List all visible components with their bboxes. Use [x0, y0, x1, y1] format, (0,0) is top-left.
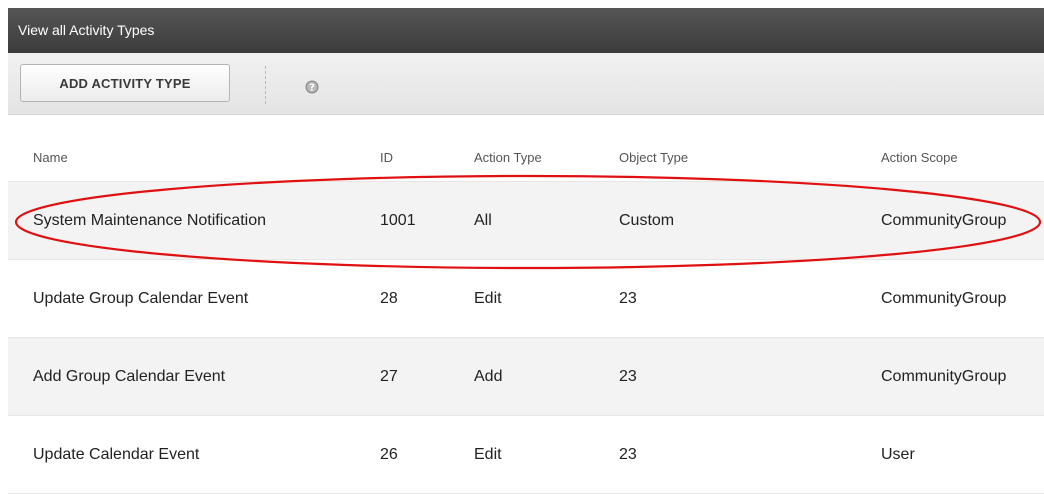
table-row[interactable]: Add Group Calendar Event 27 Add 23 Commu… — [8, 338, 1044, 416]
cell-id: 26 — [380, 445, 398, 463]
cell-id: 27 — [380, 367, 398, 385]
cell-name[interactable]: Add Group Calendar Event — [33, 338, 373, 415]
cell-name[interactable]: Update Calendar Event — [33, 416, 373, 493]
cell-action-type: Add — [474, 367, 503, 385]
svg-text:?: ? — [309, 83, 315, 94]
help-icon[interactable]: ? — [305, 80, 319, 99]
window-titlebar: View all Activity Types — [8, 8, 1044, 53]
table-row[interactable]: Update Calendar Event 26 Edit 23 User — [8, 416, 1044, 494]
highlight-ellipse-annotation — [14, 174, 1042, 270]
toolbar-separator — [265, 66, 266, 104]
window-title: View all Activity Types — [18, 22, 155, 38]
cell-object-type: 23 — [619, 367, 637, 385]
toolbar: ADD ACTIVITY TYPE ? — [8, 53, 1044, 115]
cell-action-scope: User — [881, 445, 915, 463]
cell-object-type: 23 — [619, 445, 637, 463]
cell-action-scope: CommunityGroup — [881, 367, 1007, 385]
cell-action-type: Edit — [474, 445, 502, 463]
add-activity-type-button[interactable]: ADD ACTIVITY TYPE — [20, 64, 230, 102]
